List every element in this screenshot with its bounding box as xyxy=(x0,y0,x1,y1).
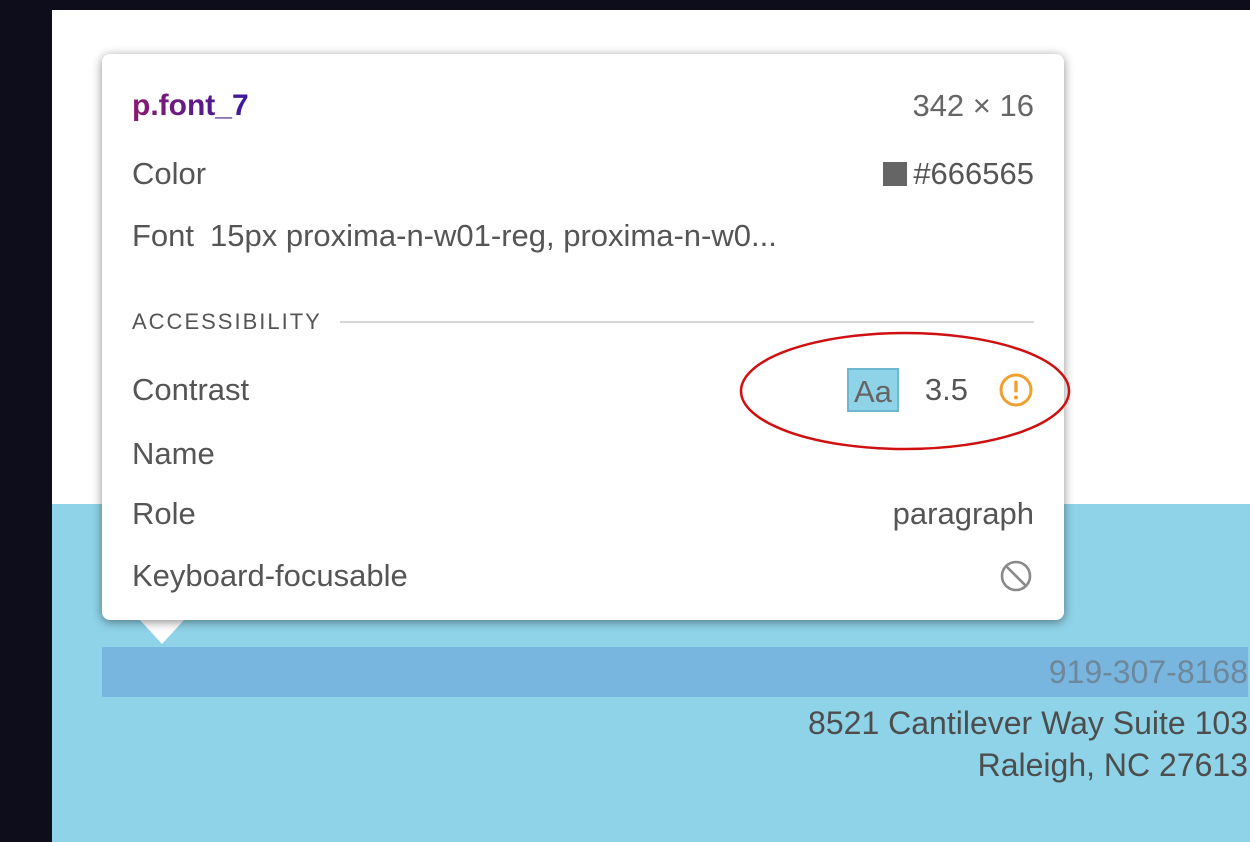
contrast-row: Contrast Aa 3.5 xyxy=(132,368,1034,412)
address-block: 8521 Cantilever Way Suite 103 Raleigh, N… xyxy=(808,702,1248,786)
color-label: Color xyxy=(132,156,207,191)
address-line-2: Raleigh, NC 27613 xyxy=(977,747,1248,783)
name-row: Name xyxy=(132,432,1034,476)
color-value-group: #666565 xyxy=(883,156,1034,192)
contrast-label: Contrast xyxy=(132,372,250,407)
tooltip-arrow xyxy=(140,620,184,644)
font-value: 15px proxima-n-w01-reg, proxima-n-w0... xyxy=(210,218,777,253)
color-row: Color #666565 xyxy=(132,152,1034,196)
font-row: Font 15px proxima-n-w01-reg, proxima-n-w… xyxy=(132,214,1034,258)
warning-circle-icon xyxy=(999,373,1033,407)
color-value: #666565 xyxy=(913,156,1034,191)
keyboard-focusable-label: Keyboard-focusable xyxy=(132,558,408,593)
accessibility-title: ACCESSIBILITY xyxy=(132,309,322,334)
contrast-value-group: Aa 3.5 xyxy=(846,368,1034,412)
contrast-sample: Aa xyxy=(846,368,899,412)
phone-number[interactable]: 919-307-8168 xyxy=(1049,650,1248,694)
section-divider xyxy=(339,321,1034,323)
accessibility-section-header: ACCESSIBILITY xyxy=(132,304,1034,340)
inspect-tooltip: p.font_7 342 × 16 Color #666565 Font 15p… xyxy=(102,54,1064,620)
no-entry-icon xyxy=(1000,560,1032,592)
role-value: paragraph xyxy=(892,496,1034,531)
element-dimensions: 342 × 16 xyxy=(912,88,1034,123)
keyboard-focusable-row: Keyboard-focusable xyxy=(132,554,1034,598)
address-line-1: 8521 Cantilever Way Suite 103 xyxy=(808,705,1248,741)
contrast-ratio: 3.5 xyxy=(924,372,968,407)
name-label: Name xyxy=(132,436,215,471)
role-label: Role xyxy=(132,496,196,531)
element-selector: p.font_7 xyxy=(132,89,249,122)
role-row: Role paragraph xyxy=(132,492,1034,536)
tooltip-header: p.font_7 342 × 16 xyxy=(132,84,1034,128)
font-label: Font xyxy=(132,218,195,253)
color-swatch xyxy=(883,162,908,186)
